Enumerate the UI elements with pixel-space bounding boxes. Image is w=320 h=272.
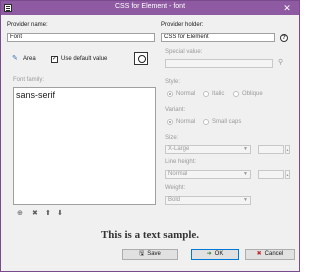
dialog-window: CSS for Element - font ✕ Provider name: …	[0, 0, 300, 272]
list-item[interactable]: sans-serif	[16, 90, 55, 100]
save-button[interactable]: 🖫 Save	[122, 249, 178, 260]
chevron-down-icon: ▼	[243, 197, 248, 203]
special-value-field[interactable]	[165, 59, 273, 68]
provider-name-label: Provider name:	[7, 22, 48, 28]
provider-holder-field[interactable]: CSS for Element	[161, 33, 275, 42]
style-oblique-radio[interactable]	[233, 91, 239, 97]
variant-label: Variant:	[165, 107, 186, 113]
weight-label: Weight:	[165, 185, 186, 191]
window-title: CSS for Element - font	[114, 3, 186, 10]
size-spinner[interactable]: ▴	[285, 145, 290, 154]
line-height-spinner[interactable]: ▴	[285, 170, 290, 179]
variant-small-caps-label: Small caps	[212, 119, 242, 125]
checkmark-icon: ➜	[206, 251, 212, 257]
use-default-checkbox[interactable]: ✓	[51, 56, 58, 63]
style-normal-radio[interactable]	[167, 91, 173, 97]
color-picker-button[interactable]	[134, 52, 148, 65]
cancel-button[interactable]: ✖ Cancel	[245, 249, 295, 260]
close-icon[interactable]: ✕	[275, 1, 299, 15]
style-oblique-label: Oblique	[242, 91, 263, 97]
style-italic-radio[interactable]	[203, 91, 209, 97]
size-label: Size:	[165, 135, 179, 141]
line-height-number-field[interactable]	[258, 170, 284, 179]
move-up-icon[interactable]: ⬆	[45, 210, 51, 217]
style-label: Style:	[165, 79, 181, 85]
chevron-down-icon: ▼	[243, 171, 248, 177]
use-default-label: Use default value	[61, 56, 108, 62]
font-family-label: Font family:	[13, 77, 45, 83]
ok-button-label: OK	[214, 251, 224, 257]
weight-value: Bold	[168, 197, 181, 203]
cancel-button-label: Cancel	[264, 251, 284, 257]
size-number-field[interactable]	[258, 145, 284, 154]
variant-normal-radio[interactable]	[167, 119, 173, 125]
title-bar: CSS for Element - font ✕	[1, 1, 299, 15]
search-icon[interactable]: ⚲	[278, 59, 283, 66]
font-family-list[interactable]: sans-serif	[13, 87, 156, 205]
save-button-label: Save	[147, 251, 161, 257]
add-item-icon[interactable]: ⊕	[17, 210, 23, 217]
line-height-select[interactable]: Normal ▼	[165, 170, 251, 179]
line-height-label: Line height:	[165, 159, 197, 165]
remove-item-icon[interactable]: ✖	[32, 210, 38, 217]
provider-name-field[interactable]: Font	[7, 33, 155, 42]
ok-button[interactable]: ➜ OK	[191, 249, 239, 260]
size-value: X-Large	[168, 146, 190, 152]
text-sample: This is a text sample.	[100, 229, 200, 241]
pencil-icon[interactable]: ✎	[12, 55, 18, 62]
floppy-disk-icon: 🖫	[139, 251, 145, 257]
move-down-icon[interactable]: ⬇	[57, 210, 63, 217]
size-select[interactable]: X-Large ▼	[165, 145, 251, 154]
variant-normal-label: Normal	[176, 119, 196, 125]
help-icon[interactable]: ?	[280, 34, 288, 42]
cancel-icon: ✖	[256, 251, 262, 257]
special-value-label: Special value:	[165, 49, 203, 55]
chevron-down-icon: ▼	[243, 146, 248, 152]
variant-small-caps-radio[interactable]	[203, 119, 209, 125]
weight-select[interactable]: Bold ▼	[165, 196, 251, 205]
style-italic-label: Italic	[212, 91, 225, 97]
provider-holder-label: Provider holder:	[161, 22, 204, 28]
style-normal-label: Normal	[176, 91, 196, 97]
line-height-value: Normal	[168, 171, 188, 177]
area-button[interactable]: Area	[23, 56, 36, 62]
